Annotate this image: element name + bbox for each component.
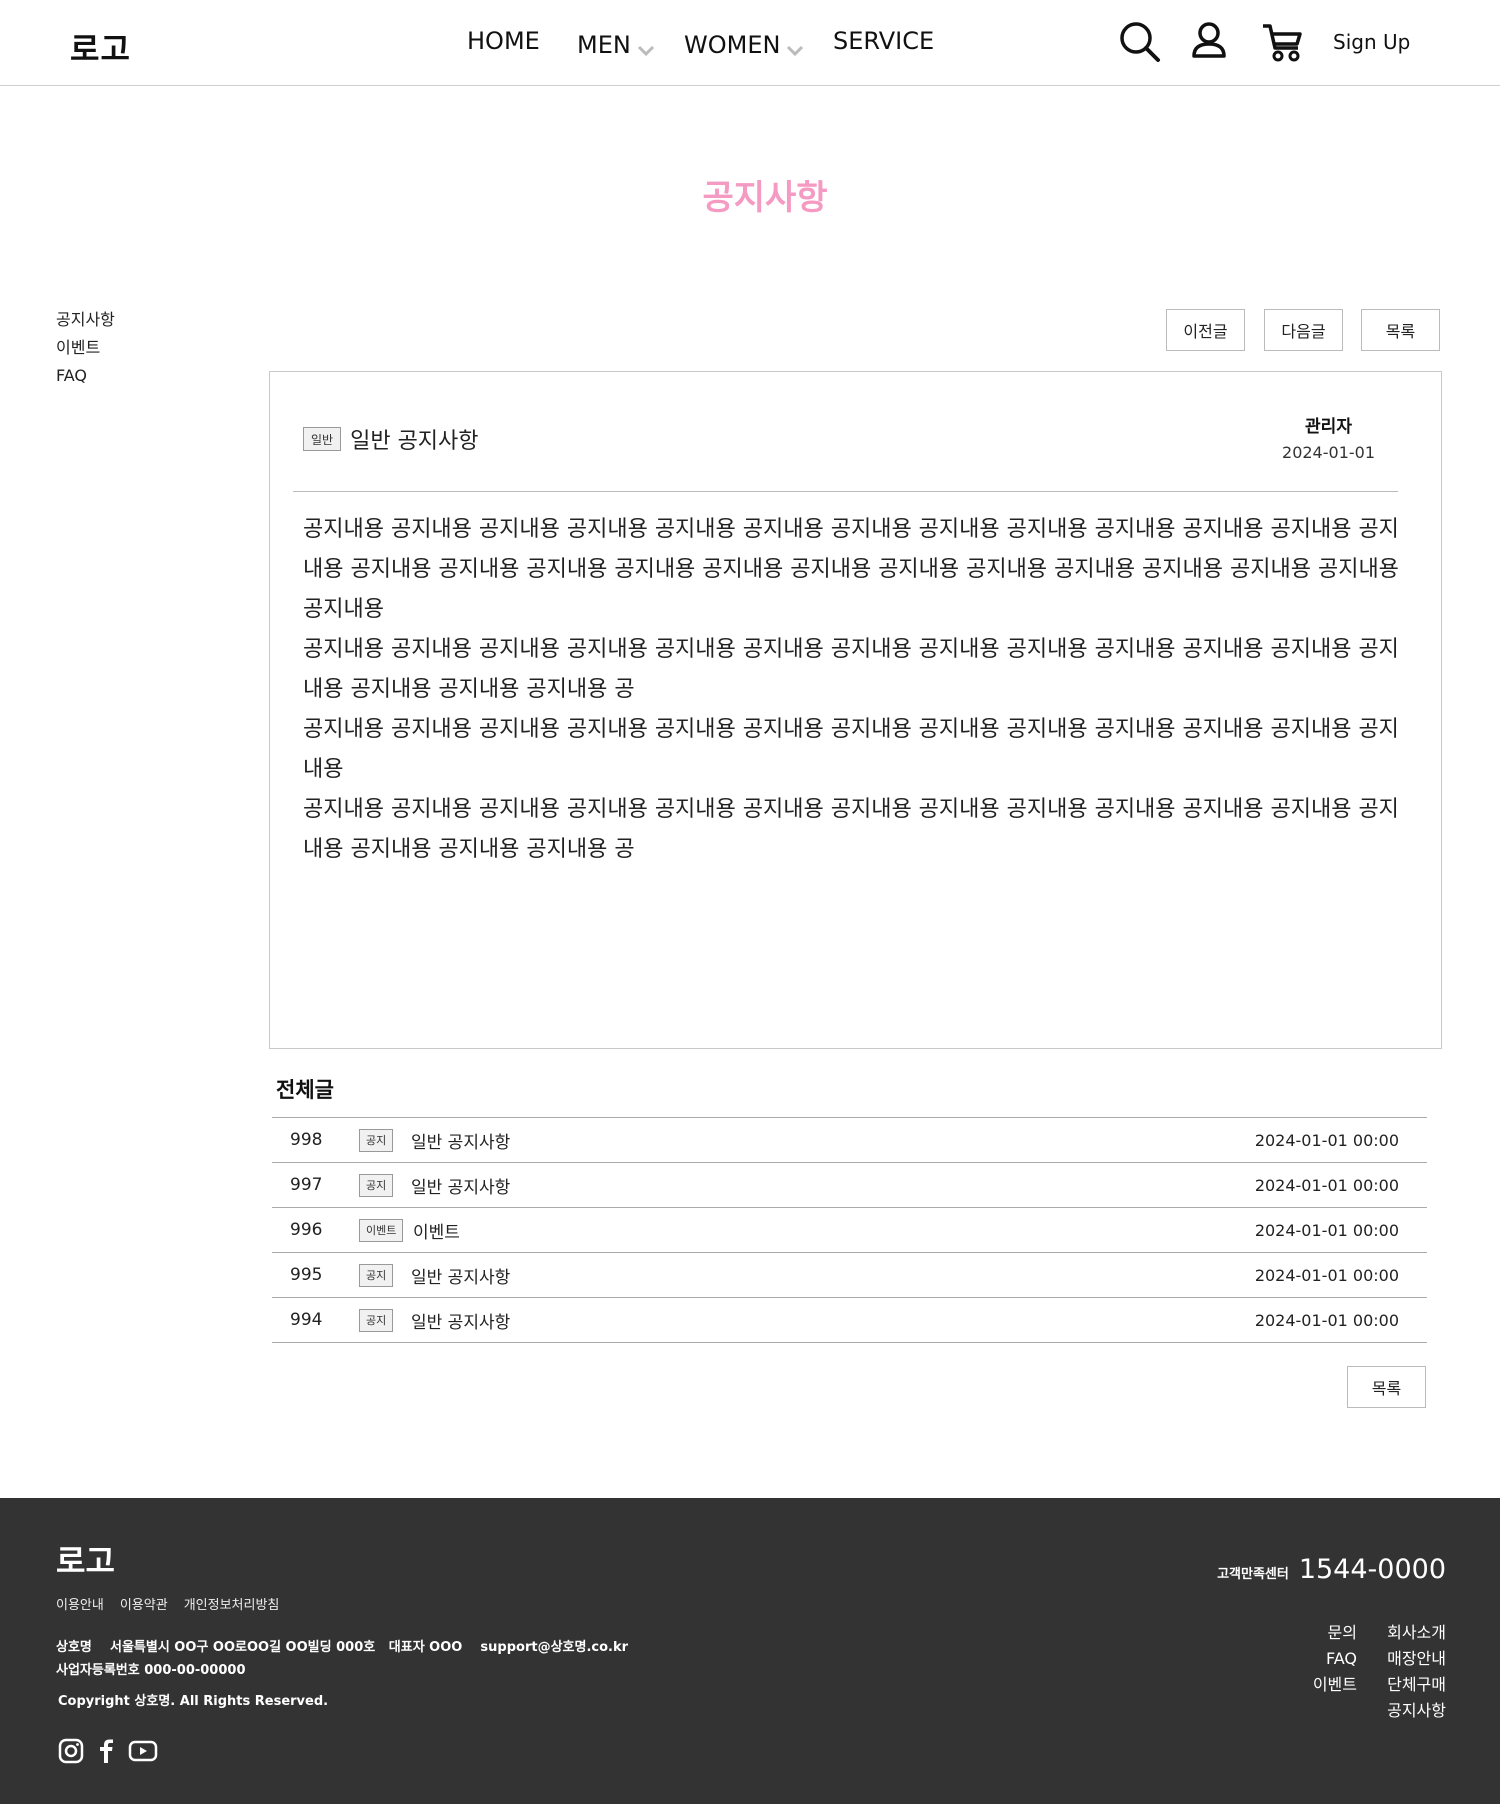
nav-women[interactable]: WOMEN	[684, 27, 804, 63]
footer-links: 이용안내 이용약관 개인정보처리방침	[56, 1594, 279, 1613]
row-number: 998	[290, 1130, 323, 1150]
signup-link[interactable]: Sign Up	[1333, 30, 1410, 54]
instagram-icon[interactable]	[58, 1738, 84, 1764]
nav-home-label: HOME	[467, 27, 540, 55]
chevron-down-icon	[637, 35, 655, 63]
footer-menu-event[interactable]: 이벤트	[1313, 1672, 1357, 1698]
post-list: 998 공지 일반 공지사항 2024-01-01 00:00 997 공지 일…	[272, 1117, 1427, 1343]
nav-men[interactable]: MEN	[577, 27, 655, 63]
article-divider	[293, 491, 1398, 492]
footer-social	[58, 1738, 158, 1764]
row-tag: 공지	[359, 1173, 394, 1197]
table-row[interactable]: 996 이벤트 이벤트 2024-01-01 00:00	[272, 1208, 1427, 1253]
footer-menu-stores[interactable]: 매장안내	[1387, 1646, 1446, 1672]
footer-menu-col1: 문의 FAQ 이벤트	[1313, 1620, 1357, 1698]
customer-center: 고객만족센터 1544-0000	[1217, 1554, 1446, 1585]
row-date: 2024-01-01 00:00	[1254, 1265, 1399, 1285]
row-tag: 공지	[359, 1128, 394, 1152]
nav-men-label: MEN	[577, 31, 631, 59]
article-paragraph: 공지내용 공지내용 공지내용 공지내용 공지내용 공지내용 공지내용 공지내용 …	[303, 517, 1399, 622]
site-footer: 로고 이용안내 이용약관 개인정보처리방침 상호명 서울특별시 OO구 OO로O…	[0, 1498, 1500, 1804]
footer-company-info: 상호명 서울특별시 OO구 OO로OO길 OO빌딩 000호 대표자 OOO s…	[56, 1636, 628, 1682]
chevron-down-icon	[786, 35, 804, 63]
footer-menu-notice[interactable]: 공지사항	[1387, 1698, 1446, 1724]
article-title: 일반 공지사항	[350, 429, 479, 454]
nav-home[interactable]: HOME	[467, 27, 540, 55]
footer-menu-company[interactable]: 회사소개	[1387, 1620, 1446, 1646]
article-author: 관리자	[1305, 417, 1352, 437]
row-title[interactable]: 일반 공지사항	[411, 1263, 510, 1288]
row-date: 2024-01-01 00:00	[1254, 1220, 1399, 1240]
row-number: 994	[290, 1310, 323, 1330]
sidebar-item-event[interactable]: 이벤트	[56, 334, 115, 362]
row-number: 995	[290, 1265, 323, 1285]
row-number: 997	[290, 1175, 323, 1195]
table-row[interactable]: 995 공지 일반 공지사항 2024-01-01 00:00	[272, 1253, 1427, 1298]
nav-women-label: WOMEN	[684, 31, 781, 59]
site-header: 로고 HOME MEN WOMEN SERVICE Sign Up	[0, 0, 1500, 86]
facebook-icon[interactable]	[96, 1738, 116, 1764]
customer-center-phone[interactable]: 1544-0000	[1299, 1554, 1446, 1585]
list-heading: 전체글	[276, 1078, 334, 1102]
footer-info-line: 상호명 서울특별시 OO구 OO로OO길 OO빌딩 000호 대표자 OOO s…	[56, 1640, 629, 1655]
row-date: 2024-01-01 00:00	[1254, 1310, 1399, 1330]
row-number: 996	[290, 1220, 323, 1240]
prev-post-button[interactable]: 이전글	[1166, 309, 1245, 351]
row-date: 2024-01-01 00:00	[1254, 1175, 1399, 1195]
sidebar: 공지사항 이벤트 FAQ	[56, 306, 115, 390]
footer-menu-col2: 회사소개 매장안내 단체구매 공지사항	[1387, 1620, 1446, 1724]
footer-menu-group-order[interactable]: 단체구매	[1387, 1672, 1446, 1698]
footer-link-guide[interactable]: 이용안내	[56, 1594, 104, 1613]
article-meta: 관리자 2024-01-01	[1282, 412, 1375, 462]
article-tag: 일반	[303, 427, 342, 451]
footer-link-privacy[interactable]: 개인정보처리방침	[184, 1594, 280, 1613]
youtube-icon[interactable]	[128, 1739, 158, 1763]
nav-service-label: SERVICE	[833, 27, 935, 55]
row-title[interactable]: 일반 공지사항	[411, 1173, 510, 1198]
cart-icon[interactable]	[1260, 20, 1304, 68]
page-title: 공지사항	[702, 178, 828, 218]
footer-logo[interactable]: 로고	[56, 1536, 115, 1582]
customer-center-label: 고객만족센터	[1217, 1567, 1289, 1582]
sidebar-item-notice[interactable]: 공지사항	[56, 306, 115, 334]
row-tag: 공지	[359, 1308, 394, 1332]
table-row[interactable]: 997 공지 일반 공지사항 2024-01-01 00:00	[272, 1163, 1427, 1208]
footer-link-terms[interactable]: 이용약관	[120, 1594, 168, 1613]
footer-info-line: 사업자등록번호 000-00-00000	[56, 1663, 246, 1678]
article-box: 일반 일반 공지사항 관리자 2024-01-01 공지내용 공지내용 공지내용…	[269, 371, 1442, 1049]
table-row[interactable]: 994 공지 일반 공지사항 2024-01-01 00:00	[272, 1298, 1427, 1343]
row-tag: 이벤트	[359, 1218, 404, 1242]
row-title[interactable]: 이벤트	[413, 1218, 460, 1243]
user-icon[interactable]	[1190, 20, 1228, 64]
footer-menu-faq[interactable]: FAQ	[1313, 1646, 1357, 1672]
footer-menu-inquiry[interactable]: 문의	[1313, 1620, 1357, 1646]
row-title[interactable]: 일반 공지사항	[411, 1308, 510, 1333]
sidebar-item-faq[interactable]: FAQ	[56, 362, 115, 390]
table-row[interactable]: 998 공지 일반 공지사항 2024-01-01 00:00	[272, 1118, 1427, 1163]
footer-copyright: Copyright 상호명. All Rights Reserved.	[58, 1694, 329, 1709]
row-tag: 공지	[359, 1263, 394, 1287]
row-title[interactable]: 일반 공지사항	[411, 1128, 510, 1153]
article-paragraph: 공지내용 공지내용 공지내용 공지내용 공지내용 공지내용 공지내용 공지내용 …	[303, 717, 1399, 782]
next-post-button[interactable]: 다음글	[1264, 309, 1343, 351]
nav-service[interactable]: SERVICE	[833, 27, 934, 55]
article-body: 공지내용 공지내용 공지내용 공지내용 공지내용 공지내용 공지내용 공지내용 …	[303, 510, 1403, 870]
row-date: 2024-01-01 00:00	[1254, 1130, 1399, 1150]
list-bottom-button[interactable]: 목록	[1347, 1366, 1426, 1408]
article-paragraph: 공지내용 공지내용 공지내용 공지내용 공지내용 공지내용 공지내용 공지내용 …	[303, 797, 1399, 862]
article-date: 2024-01-01	[1282, 443, 1375, 462]
list-button[interactable]: 목록	[1361, 309, 1440, 351]
article-paragraph: 공지내용 공지내용 공지내용 공지내용 공지내용 공지내용 공지내용 공지내용 …	[303, 637, 1399, 702]
article-header: 일반 일반 공지사항	[303, 423, 479, 455]
search-icon[interactable]	[1118, 20, 1162, 68]
